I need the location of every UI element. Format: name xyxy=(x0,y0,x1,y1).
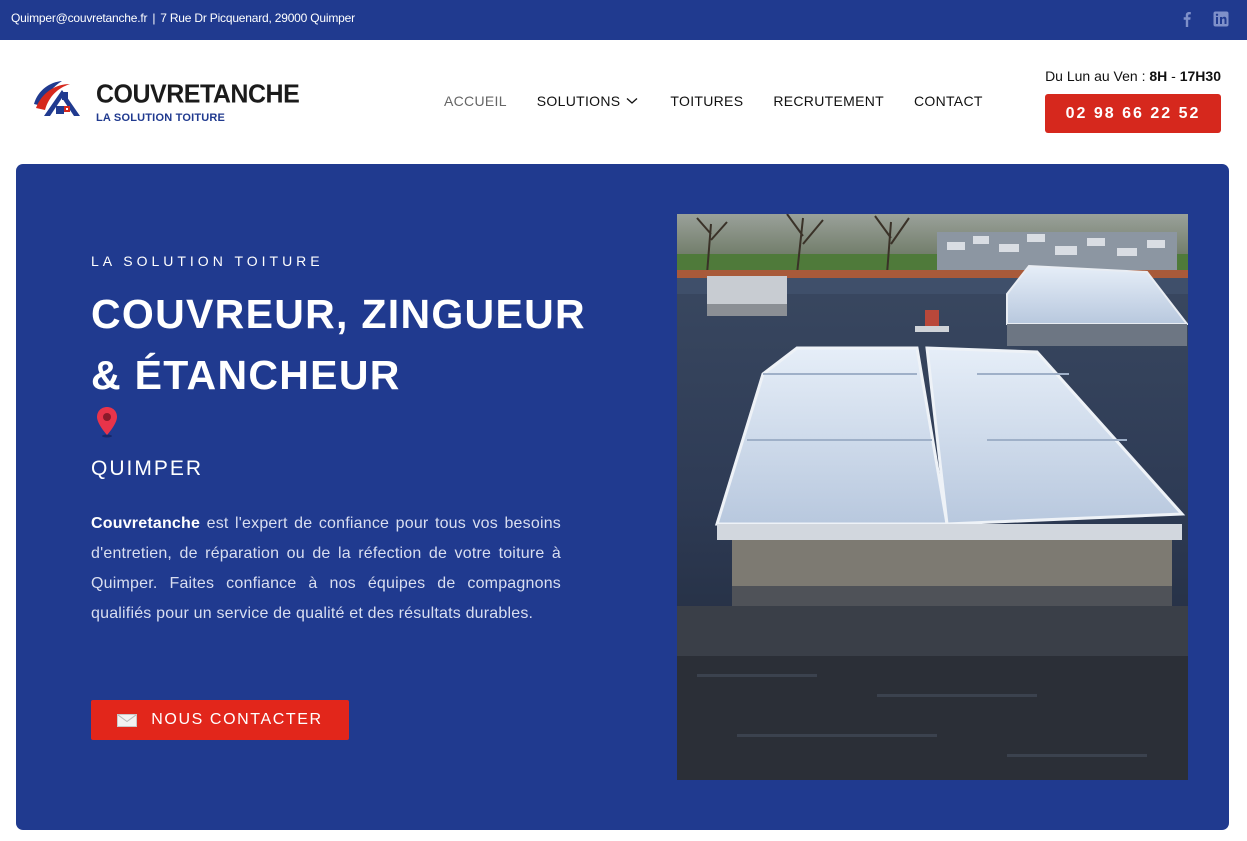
facebook-icon[interactable] xyxy=(1179,11,1195,27)
top-contact-info: Quimper@couvretanche.fr | 7 Rue Dr Picquen… xyxy=(11,11,355,25)
main-nav: ACCUEIL SOLUTIONS TOITURES RECRUTEMENT C… xyxy=(444,93,983,109)
nav-recrutement[interactable]: RECRUTEMENT xyxy=(773,93,884,109)
nav-toitures[interactable]: TOITURES xyxy=(670,93,743,109)
contact-cta-button[interactable]: NOUS CONTACTER xyxy=(91,700,349,740)
nav-label: ACCUEIL xyxy=(444,93,507,109)
hours-start: 8H xyxy=(1149,68,1168,84)
roof-logo-icon xyxy=(34,81,80,116)
brand-name: COUVRETANCHE xyxy=(96,79,300,109)
hero-desc-brand: Couvretanche xyxy=(91,515,201,532)
hero-kicker: LA SOLUTION TOITURE xyxy=(91,253,324,269)
nav-label: TOITURES xyxy=(670,93,744,109)
opening-hours: Du Lun au Ven : 8H - 17H30 xyxy=(1045,68,1221,84)
nav-accueil[interactable]: ACCUEIL xyxy=(444,93,507,109)
site-header: COUVRETANCHE LA SOLUTION TOITURE ACCUEIL… xyxy=(0,40,1247,164)
roof-skylights-photo xyxy=(677,214,1188,780)
nav-label: RECRUTEMENT xyxy=(773,93,884,109)
hero-title-line1: COUVREUR, ZINGUEUR xyxy=(91,291,586,337)
top-separator: | xyxy=(152,11,156,25)
cta-label: NOUS CONTACTER xyxy=(151,711,323,728)
nav-solutions[interactable]: SOLUTIONS xyxy=(537,93,639,109)
hours-dash: - xyxy=(1171,68,1176,84)
hero-title: COUVREUR, ZINGUEUR & ÉTANCHEUR xyxy=(91,284,586,406)
top-address: 7 Rue Dr Picquenard, 29000 Quimper xyxy=(160,11,355,25)
nav-label: CONTACT xyxy=(913,93,983,109)
hero-city: QUIMPER xyxy=(91,457,204,480)
envelope-icon xyxy=(117,713,138,727)
top-bar: Quimper@couvretanche.fr | 7 Rue Dr Picquen… xyxy=(0,0,1247,40)
phone-button[interactable]: 02 98 66 22 52 xyxy=(1045,94,1221,133)
nav-contact[interactable]: CONTACT xyxy=(914,93,983,109)
chevron-down-icon xyxy=(626,98,638,104)
social-links xyxy=(1179,11,1229,27)
hero-title-line2: & ÉTANCHEUR xyxy=(91,352,401,398)
hero-section: LA SOLUTION TOITURE COUVREUR, ZINGUEUR &… xyxy=(16,164,1229,830)
brand-logo[interactable]: COUVRETANCHE LA SOLUTION TOITURE xyxy=(32,78,300,128)
hero-description: Couvretanche est l'expert de confiance p… xyxy=(91,509,561,629)
top-email-link[interactable]: Quimper@couvretanche.fr xyxy=(11,11,148,25)
linkedin-icon[interactable] xyxy=(1213,11,1229,27)
brand-tagline: LA SOLUTION TOITURE xyxy=(96,112,226,124)
hours-prefix: Du Lun au Ven : xyxy=(1045,68,1146,84)
location-pin-icon xyxy=(97,407,117,438)
nav-label: SOLUTIONS xyxy=(536,93,621,109)
hours-end: 17H30 xyxy=(1179,68,1221,84)
